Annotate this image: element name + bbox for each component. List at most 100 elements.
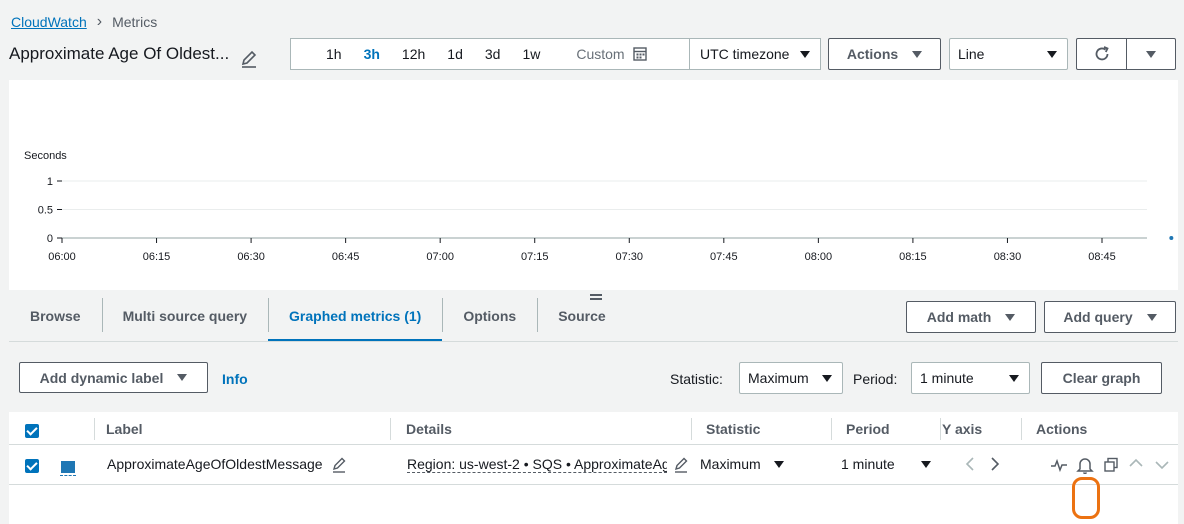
custom-label: Custom [576, 46, 625, 62]
resize-handle-icon[interactable] [590, 294, 602, 300]
chevron-down-icon [912, 50, 923, 58]
edit-pencil-icon[interactable] [240, 50, 258, 68]
row-label: ApproximateAgeOfOldestMessage [107, 456, 323, 472]
edit-pencil-icon[interactable] [673, 457, 689, 473]
column-divider [1021, 418, 1022, 440]
chevron-down-icon [1005, 313, 1016, 321]
tab-multi-source-query[interactable]: Multi source query [101, 290, 268, 342]
chevron-down-icon [1146, 313, 1157, 321]
y-tick-label: 0.5 [38, 205, 53, 217]
chevron-down-icon[interactable] [921, 461, 931, 468]
column-divider [831, 418, 832, 440]
add-dynamic-label-button[interactable]: Add dynamic label [19, 362, 208, 393]
range-custom[interactable]: Custom [565, 46, 657, 62]
x-tick-label: 07:45 [710, 251, 738, 263]
header-period[interactable]: Period [846, 421, 890, 437]
chevron-right-icon: › [96, 13, 103, 30]
x-tick-label: 08:00 [805, 251, 833, 263]
series-line-style [60, 475, 76, 476]
chevron-down-icon [1009, 374, 1019, 382]
chevron-down-icon[interactable] [774, 461, 784, 468]
timezone-label: UTC timezone [700, 46, 790, 62]
row-statistic[interactable]: Maximum [700, 456, 761, 472]
breadcrumb: CloudWatch › Metrics [11, 13, 157, 31]
clear-graph-button[interactable]: Clear graph [1041, 362, 1162, 394]
timezone-select[interactable]: UTC timezone [689, 39, 820, 69]
chevron-down-icon [1047, 50, 1057, 58]
chevron-down-icon [177, 374, 188, 381]
sparkline-icon[interactable] [1050, 457, 1068, 473]
graph-type-label: Line [958, 46, 985, 62]
y-axis-label: Seconds [24, 150, 67, 162]
y-tick-label: 0 [47, 233, 53, 245]
add-query-label: Add query [1063, 309, 1133, 325]
x-tick-label: 07:00 [426, 251, 454, 263]
tab-source[interactable]: Source [537, 290, 626, 342]
statistic-label: Statistic: [670, 371, 723, 387]
tab-options[interactable]: Options [442, 290, 537, 342]
time-range-selector: 1h 3h 12h 1d 3d 1w Custom UTC timezone [290, 38, 821, 70]
range-3h[interactable]: 3h [353, 46, 391, 62]
row-period[interactable]: 1 minute [841, 456, 895, 472]
table-row: ApproximateAgeOfOldestMessage Region: us… [9, 445, 1178, 519]
chevron-down-icon[interactable] [1154, 459, 1170, 471]
x-tick-label: 07:30 [616, 251, 644, 263]
refresh-options-button[interactable] [1126, 38, 1176, 70]
info-link[interactable]: Info [222, 371, 248, 387]
tabs-divider [9, 341, 1178, 342]
bell-alarm-icon[interactable] [1076, 456, 1094, 474]
statistic-value: Maximum [748, 370, 809, 386]
add-query-button[interactable]: Add query [1044, 301, 1176, 333]
range-1w[interactable]: 1w [511, 46, 551, 62]
x-tick-label: 06:45 [332, 251, 360, 263]
chevron-down-icon [1146, 50, 1156, 58]
x-tick-label: 08:30 [994, 251, 1022, 263]
y-tick-label: 1 [47, 176, 53, 188]
column-divider [390, 418, 391, 440]
range-3d[interactable]: 3d [474, 46, 512, 62]
data-point [1169, 236, 1174, 240]
actions-button[interactable]: Actions [828, 38, 941, 70]
chevron-down-icon [822, 374, 832, 382]
chevron-down-icon [800, 50, 810, 58]
tab-browse[interactable]: Browse [9, 290, 102, 342]
tab-graphed-metrics[interactable]: Graphed metrics (1) [268, 290, 443, 342]
header-statistic[interactable]: Statistic [706, 421, 760, 437]
range-1d[interactable]: 1d [436, 46, 474, 62]
refresh-button[interactable] [1076, 38, 1127, 70]
select-all-checkbox[interactable] [25, 424, 39, 438]
series-color-swatch[interactable] [61, 461, 75, 473]
period-value: 1 minute [920, 370, 974, 386]
x-tick-label: 06:15 [143, 251, 171, 263]
metric-graph: Seconds 1 0.5 0 06:00 06:15 06:30 06:45 07:00 07:… [9, 80, 1178, 290]
header-y-axis[interactable]: Y axis [942, 421, 982, 437]
range-1h[interactable]: 1h [315, 46, 353, 62]
x-tick-label: 08:45 [1088, 251, 1116, 263]
chevron-left-icon[interactable] [964, 456, 976, 472]
statistic-select[interactable]: Maximum [739, 362, 843, 394]
x-tick-label: 07:15 [521, 251, 549, 263]
copy-icon[interactable] [1103, 457, 1119, 473]
add-math-button[interactable]: Add math [906, 301, 1036, 333]
header-label[interactable]: Label [106, 421, 143, 437]
x-tick-label: 06:30 [237, 251, 265, 263]
line-chart: Seconds 1 0.5 0 06:00 06:15 06:30 06:45 07:00 07:… [24, 150, 1174, 263]
actions-label: Actions [846, 46, 899, 62]
row-checkbox[interactable] [25, 459, 39, 473]
range-12h[interactable]: 12h [391, 46, 436, 62]
period-select[interactable]: 1 minute [911, 362, 1030, 394]
table-header: Label Details Statistic Period Y axis Ac… [9, 412, 1178, 445]
column-divider [691, 418, 692, 440]
alarm-icon-highlight [1072, 477, 1100, 519]
chevron-right-icon[interactable] [989, 456, 1001, 472]
breadcrumb-cloudwatch-link[interactable]: CloudWatch [11, 14, 87, 30]
graph-title: Approximate Age Of Oldest... [9, 44, 230, 63]
header-actions[interactable]: Actions [1036, 421, 1087, 437]
chevron-up-icon[interactable] [1128, 457, 1144, 469]
graph-type-select[interactable]: Line [949, 38, 1068, 70]
edit-pencil-icon[interactable] [331, 457, 347, 473]
breadcrumb-current: Metrics [112, 14, 158, 30]
header-details[interactable]: Details [406, 421, 452, 437]
row-details[interactable]: Region: us-west-2 • SQS • ApproximateAge… [407, 456, 667, 473]
graphed-metrics-table: Label Details Statistic Period Y axis Ac… [9, 412, 1178, 524]
